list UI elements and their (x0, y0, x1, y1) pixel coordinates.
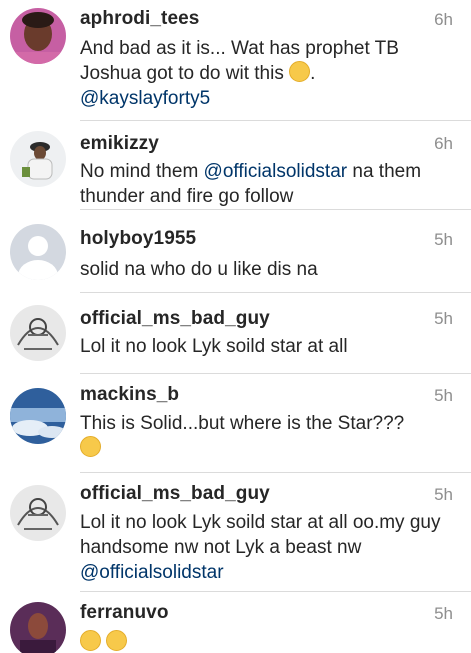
comment-timestamp: 5h (434, 386, 453, 405)
comment-body: And bad as it is... Wat has prophet TB J… (80, 38, 399, 84)
comment-body: Lol it no look Lyk soild star at all oo.… (80, 512, 441, 558)
comment-text: solid na who do u like dis na (80, 259, 318, 280)
comment-timestamp: 5h (434, 309, 453, 328)
comment-item: official_ms_bad_guy 5h Lol it no look Ly… (0, 473, 471, 591)
comment-text: Lol it no look Lyk soild star at all (80, 336, 348, 357)
comment-text (80, 630, 452, 653)
mention-link[interactable]: @kayslayforty5 (80, 88, 210, 109)
rolling-eyes-emoji-icon (80, 436, 101, 457)
avatar[interactable] (10, 8, 66, 64)
comment-timestamp: 5h (434, 604, 453, 623)
comment-username[interactable]: official_ms_bad_guy (80, 308, 270, 330)
weary-face-emoji-icon (106, 630, 128, 651)
comment-timestamp: 6h (434, 10, 453, 29)
comment-item: official_ms_bad_guy 5h Lol it no look Ly… (0, 293, 471, 373)
comment-text: And bad as it is... Wat has prophet TB J… (80, 36, 452, 111)
avatar[interactable] (10, 388, 66, 444)
comment-item: ferranuvo 5h (0, 592, 471, 653)
comment-text: Lol it no look Lyk soild star at all oo.… (80, 510, 452, 585)
mention-link[interactable]: @officialsolidstar (80, 562, 224, 583)
weary-face-emoji-icon (80, 630, 101, 651)
avatar[interactable] (10, 131, 66, 187)
comment-username[interactable]: ferranuvo (80, 602, 169, 624)
comments-feed: aphrodi_tees 6h And bad as it is... Wat … (0, 0, 471, 653)
comment-username[interactable]: aphrodi_tees (80, 8, 199, 30)
comment-item: mackins_b 5h This is Solid...but where i… (0, 374, 471, 472)
comment-item: holyboy1955 5h solid na who do u like di… (0, 210, 471, 292)
comment-text: No mind them @officialsolidstar na them … (80, 159, 452, 209)
avatar[interactable] (10, 485, 66, 541)
comment-timestamp: 6h (434, 134, 453, 153)
comment-text: This is Solid...but where is the Star??? (80, 411, 452, 461)
relieved-face-emoji-icon (289, 61, 311, 82)
comment-item: emikizzy 6h No mind them @officialsolids… (0, 121, 471, 209)
comment-item: aphrodi_tees 6h And bad as it is... Wat … (0, 0, 471, 120)
avatar[interactable] (10, 602, 66, 653)
comment-username[interactable]: official_ms_bad_guy (80, 483, 270, 505)
avatar[interactable] (10, 224, 66, 280)
comment-username[interactable]: mackins_b (80, 384, 179, 406)
comment-punctuation: . (310, 63, 316, 84)
comment-body: No mind them (80, 161, 204, 182)
comment-username[interactable]: emikizzy (80, 133, 159, 155)
comment-timestamp: 5h (434, 485, 453, 504)
comment-timestamp: 5h (434, 230, 453, 249)
comment-body: This is Solid...but where is the Star??? (80, 413, 405, 434)
comment-username[interactable]: holyboy1955 (80, 228, 196, 250)
mention-link[interactable]: @officialsolidstar (204, 161, 348, 182)
avatar[interactable] (10, 305, 66, 361)
